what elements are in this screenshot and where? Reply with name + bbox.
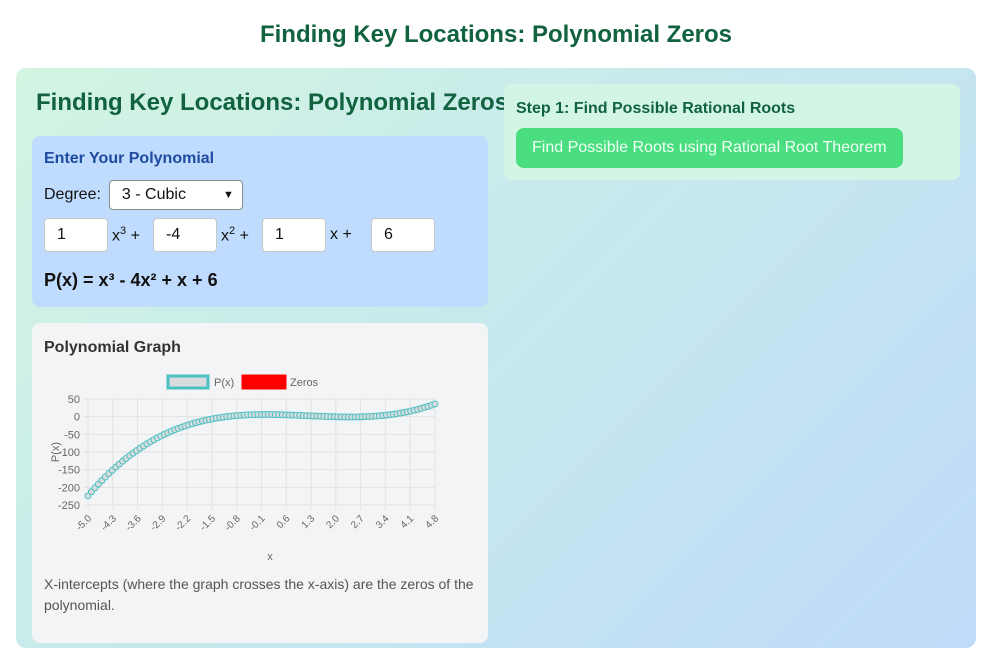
polynomial-expression: P(x) = x³ - 4x² + x + 6 (44, 270, 218, 290)
y-tick-label: -250 (58, 500, 80, 512)
main-card: Finding Key Locations: Polynomial Zeros … (16, 68, 976, 648)
degree-row: Degree: 3 - Cubic ▼ (44, 180, 243, 210)
polynomial-chart: -5.0 -4.3 -3.6 -2.9 -2.2 -1.5 -0.8 -0.1 0.6 1.3 2.… (50, 374, 442, 563)
y-axis-label: P(x) (50, 442, 62, 462)
step1-card: Step 1: Find Possible Rational Roots Fin… (504, 84, 960, 180)
polynomial-input-title: Enter Your Polynomial (44, 150, 215, 167)
x-tick-label: -1.5 (198, 513, 218, 533)
x-tick-label: 3.4 (374, 513, 392, 531)
y-tick-label: -50 (64, 429, 80, 441)
x-tick-label: 4.8 (424, 513, 442, 531)
term-label-x1: x + (330, 226, 352, 243)
y-tick-label: 50 (68, 394, 80, 406)
x-tick-label: -5.0 (74, 513, 94, 533)
legend-swatch-zeros (241, 374, 287, 390)
degree-select[interactable]: 3 - Cubic ▼ (108, 180, 243, 210)
graph-card: Polynomial Graph -5.0 -4.3 -3.6 -2.9 -2.2 -1.… (32, 323, 488, 643)
graph-note: X-intercepts (where the graph crosses th… (44, 576, 474, 613)
x-tick-label: -0.8 (223, 513, 243, 533)
coefficient-input-x2[interactable] (153, 218, 217, 252)
x-tick-label: -3.6 (124, 513, 144, 533)
y-tick-label: 0 (74, 412, 80, 424)
panel-heading: Finding Key Locations: Polynomial Zeros (36, 89, 509, 116)
graph-title: Polynomial Graph (44, 339, 181, 356)
legend-label-px: P(x) (214, 377, 234, 389)
coefficient-input-x1[interactable] (262, 218, 326, 252)
legend-label-zeros: Zeros (290, 377, 319, 389)
y-tick-label: -150 (58, 465, 80, 477)
find-possible-roots-button[interactable]: Find Possible Roots using Rational Root … (516, 128, 903, 168)
x-tick-label: -2.9 (149, 513, 169, 533)
degree-selected-value: 3 - Cubic (121, 186, 186, 203)
coefficient-row: x3 + x2 + x + (44, 218, 435, 252)
x-axis-label: x (267, 551, 273, 563)
x-tick-label: -4.3 (99, 513, 119, 533)
px-data-point (431, 400, 439, 408)
page-title: Finding Key Locations: Polynomial Zeros (259, 21, 733, 48)
term-label-x2: x2 + (221, 224, 249, 245)
x-tick-label: -2.2 (173, 513, 193, 533)
degree-label: Degree: (44, 186, 101, 203)
x-tick-label: 1.3 (300, 513, 318, 531)
x-tick-label: 2.7 (349, 513, 367, 531)
polynomial-input-card: Enter Your Polynomial Degree: 3 - Cubic … (32, 136, 488, 307)
chevron-down-icon: ▼ (223, 189, 234, 201)
x-tick-label: 4.1 (399, 513, 417, 531)
term-label-x3: x3 + (112, 224, 140, 245)
x-tick-label: 2.0 (324, 513, 342, 531)
x-tick-label: -0.1 (248, 513, 268, 533)
step1-title: Step 1: Find Possible Rational Roots (516, 100, 796, 117)
coefficient-input-x3[interactable] (44, 218, 108, 252)
legend-swatch-px (166, 374, 210, 390)
coefficient-input-constant[interactable] (371, 218, 435, 252)
y-tick-label: -200 (58, 482, 80, 494)
x-tick-label: 0.6 (275, 513, 293, 531)
